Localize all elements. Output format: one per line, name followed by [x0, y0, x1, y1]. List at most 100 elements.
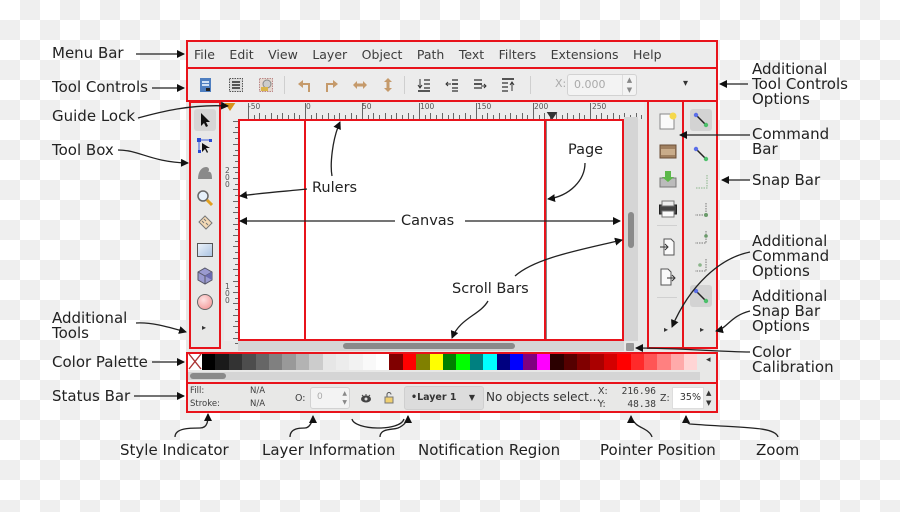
color-swatch[interactable] — [362, 353, 377, 370]
color-swatch[interactable] — [309, 353, 323, 370]
zoom-input[interactable]: 35% — [672, 387, 704, 409]
snap-nodes-toggle[interactable] — [690, 285, 712, 307]
menu-file[interactable]: File — [194, 47, 215, 62]
color-swatch[interactable] — [282, 353, 296, 370]
tweak-tool[interactable] — [194, 161, 216, 183]
color-swatch[interactable] — [630, 353, 644, 370]
color-swatch[interactable] — [255, 353, 269, 370]
horizontal-ruler[interactable]: -50 0 50 100 150 200 250 — [224, 101, 644, 120]
menu-layer[interactable]: Layer — [312, 47, 347, 62]
rotate-cw-icon[interactable] — [324, 77, 340, 93]
additional-tool-controls-button[interactable]: ▾ — [683, 78, 688, 89]
color-swatch[interactable] — [483, 353, 497, 370]
color-swatch[interactable] — [295, 353, 310, 370]
node-tool[interactable] — [194, 135, 216, 157]
additional-snap-options-button[interactable]: ▸ — [700, 325, 704, 334]
snap-bbox-edges-toggle[interactable] — [690, 171, 712, 193]
menu-path[interactable]: Path — [417, 47, 444, 62]
menu-edit[interactable]: Edit — [229, 47, 253, 62]
color-swatch[interactable] — [335, 353, 350, 370]
layer-selector[interactable]: •Layer 1 ▼ — [404, 386, 484, 410]
fill-value[interactable]: N/A — [250, 386, 265, 396]
color-swatch[interactable] — [509, 353, 524, 370]
color-swatch[interactable] — [402, 353, 417, 370]
lower-to-bottom-icon[interactable] — [416, 77, 432, 93]
color-swatch[interactable] — [242, 353, 256, 370]
color-swatch[interactable] — [603, 353, 618, 370]
raise-icon[interactable] — [472, 77, 488, 93]
vertical-scrollbar[interactable] — [624, 117, 638, 341]
color-swatch[interactable] — [523, 353, 537, 370]
raise-to-top-icon[interactable] — [500, 77, 516, 93]
rotate-ccw-icon[interactable] — [296, 77, 312, 93]
lock-icon[interactable] — [384, 391, 394, 404]
color-swatch[interactable] — [590, 353, 604, 370]
color-swatch[interactable] — [469, 353, 484, 370]
ellipse-tool[interactable] — [194, 291, 216, 313]
color-swatch[interactable] — [643, 353, 658, 370]
color-swatch[interactable] — [550, 353, 564, 370]
menu-extensions[interactable]: Extensions — [551, 47, 619, 62]
palette-scrollbar-thumb[interactable] — [190, 373, 226, 379]
menu-filters[interactable]: Filters — [499, 47, 536, 62]
color-swatch[interactable] — [376, 353, 390, 370]
color-swatch[interactable] — [322, 353, 336, 370]
opacity-spin-button[interactable]: ▲ ▼ — [342, 389, 347, 407]
guide-lock-icon[interactable] — [224, 103, 236, 111]
additional-tools-button[interactable]: ▸ — [202, 323, 206, 332]
color-swatch[interactable] — [349, 353, 363, 370]
x-spin-button[interactable]: ▲ ▼ — [622, 75, 636, 95]
menu-help[interactable]: Help — [633, 47, 662, 62]
snap-bounding-box-toggle[interactable] — [690, 143, 712, 165]
lower-icon[interactable] — [444, 77, 460, 93]
save-file-button[interactable] — [658, 169, 678, 189]
flip-horizontal-icon[interactable] — [352, 77, 368, 93]
additional-command-options-button[interactable]: ▸ — [664, 325, 668, 334]
color-swatch[interactable] — [416, 353, 430, 370]
color-calibration-icon[interactable] — [626, 343, 634, 351]
zoom-tool[interactable] — [194, 187, 216, 209]
menu-text[interactable]: Text — [459, 47, 484, 62]
vertical-scrollbar-thumb[interactable] — [628, 212, 634, 248]
color-swatch[interactable] — [389, 353, 403, 370]
color-swatch[interactable] — [670, 353, 685, 370]
eye-visibility-icon[interactable] — [360, 392, 372, 404]
select-all-icon[interactable] — [198, 77, 214, 93]
new-document-button[interactable] — [658, 111, 678, 131]
snap-bbox-centers-toggle[interactable] — [690, 255, 712, 277]
color-swatch[interactable] — [617, 353, 631, 370]
color-swatch[interactable] — [496, 353, 510, 370]
snap-bbox-midpoints-toggle[interactable] — [690, 227, 712, 249]
menu-object[interactable]: Object — [362, 47, 403, 62]
stroke-value[interactable]: N/A — [250, 399, 265, 409]
color-swatch[interactable] — [576, 353, 591, 370]
color-swatch[interactable] — [215, 353, 229, 370]
color-swatch[interactable] — [563, 353, 577, 370]
color-swatch[interactable] — [684, 353, 698, 370]
horizontal-scrollbar-thumb[interactable] — [343, 343, 515, 349]
select-all-layers-icon[interactable] — [228, 77, 244, 93]
menu-view[interactable]: View — [268, 47, 298, 62]
color-swatch[interactable] — [443, 353, 457, 370]
palette-options-button[interactable]: ◂ — [706, 355, 711, 365]
color-swatch[interactable] — [268, 353, 283, 370]
opacity-input[interactable]: 0 ▲ ▼ — [310, 387, 350, 409]
export-button[interactable] — [658, 267, 678, 287]
3d-box-tool[interactable] — [194, 265, 216, 287]
print-button[interactable] — [658, 199, 678, 219]
color-swatch[interactable] — [429, 353, 444, 370]
horizontal-scrollbar[interactable] — [238, 341, 624, 351]
color-swatch[interactable] — [202, 353, 216, 370]
open-file-button[interactable] — [658, 141, 678, 161]
zoom-spin-button[interactable]: ▲ ▼ — [706, 388, 711, 408]
color-swatch[interactable] — [456, 353, 470, 370]
color-swatch[interactable] — [228, 353, 243, 370]
color-swatch[interactable] — [536, 353, 551, 370]
canvas[interactable] — [238, 119, 624, 341]
x-coordinate-input[interactable]: 0.000 ▲ ▼ — [567, 74, 637, 96]
vertical-ruler[interactable]: 200 100 — [224, 117, 239, 345]
no-paint-swatch[interactable] — [188, 353, 202, 370]
import-button[interactable] — [658, 237, 678, 257]
flip-vertical-icon[interactable] — [380, 77, 396, 93]
enable-snapping-toggle[interactable] — [690, 109, 712, 131]
